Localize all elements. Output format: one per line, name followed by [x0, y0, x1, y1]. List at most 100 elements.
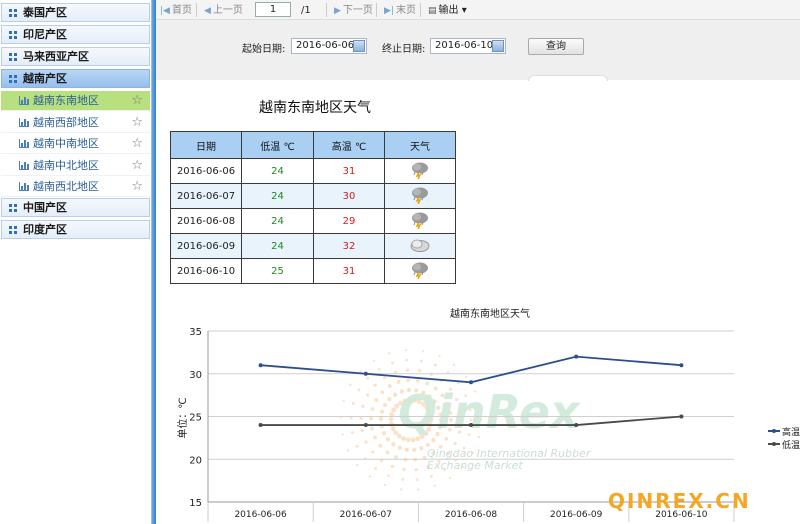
page-number-input[interactable]: 1 — [255, 2, 291, 17]
date-cell: 2016-06-08 — [170, 208, 242, 234]
star-icon[interactable]: ☆ — [131, 156, 143, 176]
legend-label: 高温 — [782, 426, 800, 438]
cloudy-icon — [409, 239, 431, 256]
watermark-dot — [465, 375, 468, 379]
weather-cell — [384, 233, 456, 259]
watermark-dot — [372, 359, 376, 362]
prev-page-icon: ◀ — [204, 6, 211, 16]
export-button[interactable]: ▤ 输出 ▾ — [428, 4, 467, 17]
sidebar-item-label: 越南西北地区 — [33, 180, 99, 193]
column-header-date: 日期 — [170, 131, 242, 159]
high-temp-cell: 29 — [313, 208, 385, 234]
group-label: 印度产区 — [23, 223, 67, 236]
y-axis-label: 单位：℃ — [176, 397, 189, 438]
end-date-value: 2016-06-10 — [435, 40, 494, 51]
high-temp-cell: 31 — [313, 258, 385, 284]
watermark-dot — [381, 431, 387, 436]
watermark-dot — [368, 475, 372, 478]
star-icon[interactable]: ☆ — [131, 177, 143, 197]
low-temp-cell: 24 — [241, 158, 314, 184]
watermark-dot — [385, 437, 391, 442]
series-line-high — [260, 355, 682, 384]
sidebar-item-vietnam-west[interactable]: 越南西部地区 ☆ — [1, 113, 150, 133]
thunderstorm-icon — [410, 212, 430, 232]
watermark-dot — [364, 440, 368, 444]
group-china[interactable]: 中国产区 — [1, 198, 150, 217]
prev-page-label: 上一页 — [212, 5, 243, 16]
calendar-icon[interactable] — [492, 40, 504, 52]
sidebar-item-vietnam-southeast[interactable]: 越南东南地区 ☆ — [1, 91, 150, 111]
watermark-dot — [341, 433, 344, 436]
group-label: 印尼产区 — [23, 28, 67, 41]
sidebar-item-vietnam-south-central[interactable]: 越南中南地区 ☆ — [1, 134, 150, 154]
watermark-dot — [370, 407, 375, 411]
watermark-dot — [350, 431, 354, 434]
data-point — [574, 423, 579, 428]
data-point — [574, 354, 579, 359]
watermark-dot — [433, 484, 437, 487]
column-header-weather: 天气 — [384, 131, 456, 159]
bar-chart-icon — [19, 96, 29, 105]
legend-label: 低温 — [782, 439, 800, 451]
bar-chart-icon — [19, 139, 29, 148]
dropdown-arrow-icon: ▾ — [461, 5, 467, 16]
group-label: 越南产区 — [23, 72, 67, 85]
start-date-input[interactable]: 2016-06-06 — [291, 38, 367, 54]
watermark-dot — [357, 388, 361, 392]
watermark-dot — [429, 372, 433, 376]
report-title: 越南东南地区天气 — [259, 100, 371, 116]
y-tick-label: 15 — [189, 498, 202, 509]
group-label: 中国产区 — [23, 201, 67, 214]
group-label: 马来西亚产区 — [23, 50, 89, 63]
legend-marker — [772, 429, 776, 433]
data-point — [258, 363, 263, 368]
watermark-dot — [380, 390, 385, 395]
thunderstorm-icon — [410, 162, 430, 182]
calendar-icon[interactable] — [353, 40, 365, 52]
sidebar-item-label: 越南中南地区 — [33, 137, 99, 150]
low-temp-cell: 25 — [241, 258, 314, 284]
watermark-dot — [373, 435, 377, 440]
next-page-button[interactable]: ▶ 下一页 — [334, 4, 373, 17]
first-page-button[interactable]: |◀ 首页 — [160, 4, 192, 17]
prev-page-button[interactable]: ◀ 上一页 — [204, 4, 243, 17]
watermark-dot — [385, 450, 390, 455]
collapse-handle[interactable] — [528, 75, 608, 81]
sidebar-item-vietnam-northwest[interactable]: 越南西北地区 ☆ — [1, 177, 150, 197]
high-temp-cell: 32 — [313, 233, 385, 259]
table-row: 2016-06-10 25 31 — [170, 258, 456, 284]
first-page-icon: |◀ — [160, 6, 170, 16]
low-temp-cell: 24 — [241, 233, 314, 259]
end-date-input[interactable]: 2016-06-10 — [430, 38, 506, 54]
group-malaysia[interactable]: 马来西亚产区 — [1, 47, 150, 66]
watermark-dot — [387, 474, 390, 478]
watermark-dot — [419, 446, 424, 451]
bar-chart-icon — [19, 118, 29, 127]
star-icon[interactable]: ☆ — [131, 113, 143, 133]
toolbar-divider — [420, 3, 421, 17]
export-label: 输出 — [438, 5, 459, 16]
watermark-dot — [360, 428, 364, 433]
last-page-button[interactable]: ▶| 末页 — [384, 4, 416, 17]
watermark-dot — [349, 383, 352, 387]
data-point — [469, 423, 473, 428]
bar-chart-icon — [19, 161, 29, 170]
sidebar-item-vietnam-north-central[interactable]: 越南中北地区 ☆ — [1, 156, 150, 176]
watermark-dot — [346, 449, 350, 452]
grid-icon — [9, 31, 17, 39]
group-vietnam[interactable]: 越南产区 — [1, 69, 150, 88]
thunderstorm-icon — [410, 262, 430, 282]
toolbar-divider — [376, 3, 377, 17]
bar-chart-icon — [19, 182, 29, 191]
watermark-dot — [380, 409, 385, 414]
watermark-dot — [404, 349, 408, 352]
star-icon[interactable]: ☆ — [131, 134, 143, 154]
group-indonesia[interactable]: 印尼产区 — [1, 25, 150, 44]
group-india[interactable]: 印度产区 — [1, 220, 150, 239]
star-icon[interactable]: ☆ — [131, 91, 143, 111]
watermark-dot — [359, 416, 363, 420]
group-thailand[interactable]: 泰国产区 — [1, 3, 150, 22]
grid-icon — [9, 204, 17, 212]
query-button[interactable]: 查询 — [528, 38, 584, 55]
watermark-dot — [387, 397, 392, 402]
